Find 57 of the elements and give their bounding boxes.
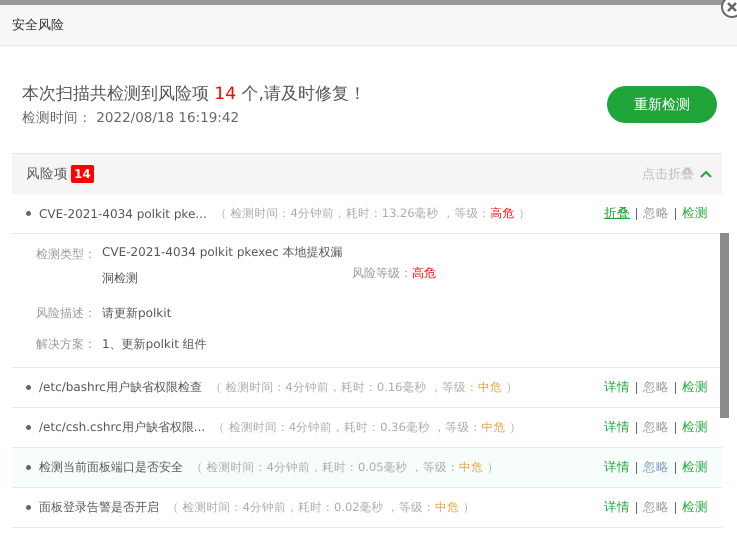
action-link[interactable]: 详情	[604, 499, 630, 516]
chevron-up-icon[interactable]	[700, 170, 712, 178]
risk-meta: （ 检测时间：4分钟前，耗时：0.36毫秒 ，等级：	[213, 420, 482, 435]
risk-meta: （ 检测时间：4分钟前，耗时：0.05毫秒 ，等级：	[191, 460, 460, 475]
closing-paren: ）	[463, 500, 476, 515]
detail-label: 检测类型：	[36, 246, 97, 263]
action-link[interactable]: 检测	[682, 499, 708, 516]
detail-value: 高危	[412, 265, 436, 282]
bullet-icon	[26, 211, 31, 216]
action-link[interactable]: 检测	[682, 379, 708, 396]
count-badge: 14	[71, 165, 94, 183]
action-link[interactable]: 忽略	[643, 459, 669, 476]
bullet-icon	[26, 465, 31, 470]
detail-label: 风险等级：	[352, 265, 412, 282]
risk-level: 中危	[435, 500, 460, 515]
closing-paren: ）	[487, 460, 500, 475]
detail-label: 风险描述：	[36, 305, 97, 322]
action-link[interactable]: 详情	[604, 459, 630, 476]
detail-value: 1、更新polkit 组件	[102, 336, 207, 353]
action-link[interactable]: 详情	[604, 419, 630, 436]
scan-time: 检测时间： 2022/08/18 16:19:42	[22, 109, 240, 127]
risk-name: 面板登录告警是否开启	[39, 499, 159, 516]
risk-name: /etc/bashrc用户缺省权限检查	[39, 379, 202, 396]
action-link[interactable]: 折叠	[604, 205, 630, 222]
detail-value: CVE-2021-4034 polkit pkexec 本地提权漏洞检测	[102, 244, 344, 287]
risk-name: 检测当前面板端口是否安全	[39, 459, 183, 476]
summary-headline: 本次扫描共检测到风险项 14 个,请及时修复！	[22, 83, 366, 105]
bullet-icon	[26, 425, 31, 430]
panel-title: 风险项 14	[26, 165, 94, 183]
action-link[interactable]: 详情	[604, 379, 630, 396]
risk-meta: （ 检测时间：4分钟前，耗时：0.16毫秒 ，等级：	[210, 380, 478, 395]
detail-value: 请更新polkit	[102, 305, 172, 322]
bullet-icon	[26, 505, 31, 510]
closing-paren: ）	[518, 206, 530, 221]
scrollbar[interactable]	[720, 233, 729, 418]
action-link[interactable]: 检测	[682, 419, 708, 436]
action-link[interactable]: 检测	[682, 205, 708, 222]
risk-name: CVE-2021-4034 polkit pke...	[39, 206, 207, 220]
bullet-icon	[26, 385, 31, 390]
closing-paren: ）	[509, 420, 522, 435]
action-link[interactable]: 忽略	[643, 419, 669, 436]
closing-paren: ）	[506, 380, 518, 395]
risk-meta: （ 检测时间：4分钟前，耗时：0.02毫秒 ，等级：	[167, 500, 436, 515]
window-title: 安全风险	[12, 17, 64, 34]
action-link[interactable]: 忽略	[643, 379, 669, 396]
rescan-button[interactable]: 重新检测	[607, 86, 717, 123]
action-link[interactable]: 检测	[682, 459, 708, 476]
action-link[interactable]: 忽略	[643, 205, 669, 222]
risk-level: 中危	[481, 420, 506, 435]
collapse-link[interactable]: 点击折叠	[642, 165, 694, 183]
risk-meta: （ 检测时间：4分钟前，耗时：13.26毫秒 ，等级：	[214, 206, 490, 221]
action-link[interactable]: 忽略	[643, 499, 669, 516]
risk-name: /etc/csh.cshrc用户缺省权限...	[39, 419, 206, 436]
risk-level: 中危	[478, 380, 502, 395]
risk-level: 高危	[490, 206, 514, 221]
risk-level: 中危	[459, 460, 484, 475]
detail-label: 解决方案：	[36, 336, 97, 353]
